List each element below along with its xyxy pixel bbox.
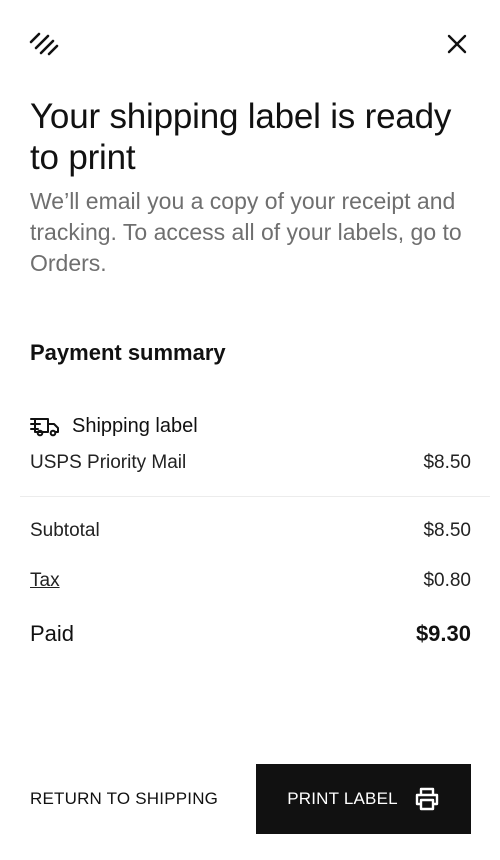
payment-summary-heading: Payment summary: [30, 340, 226, 365]
shipping-label-item-header: Shipping label: [30, 412, 198, 440]
tax-row: Tax $0.80: [30, 568, 471, 594]
service-price: $8.50: [423, 452, 471, 473]
tax-value: $0.80: [423, 570, 471, 591]
paid-value: $9.30: [415, 621, 471, 646]
service-row: USPS Priority Mail $8.50: [30, 450, 471, 476]
shipping-label-title: Shipping label: [72, 414, 198, 437]
close-icon[interactable]: [444, 31, 470, 57]
tax-link[interactable]: Tax: [30, 570, 60, 592]
return-to-shipping-button[interactable]: RETURN TO SHIPPING: [30, 786, 218, 812]
page-title: Your shipping label is ready to print: [30, 97, 452, 177]
paid-row: Paid $9.30: [30, 618, 471, 650]
subtotal-label: Subtotal: [30, 520, 100, 541]
summary-divider: [20, 496, 490, 497]
squarespace-logo-icon: [29, 32, 59, 56]
printer-icon: [415, 787, 438, 811]
shipping-label-ready-page: Your shipping label is ready to print We…: [0, 0, 500, 860]
print-label-text: PRINT LABEL: [287, 789, 398, 808]
subtotal-row: Subtotal $8.50: [30, 518, 471, 544]
paid-label: Paid: [30, 621, 75, 646]
shipping-truck-icon: [30, 418, 59, 437]
subtotal-value: $8.50: [423, 520, 471, 541]
page-subtitle: We’ll email you a copy of your receipt a…: [30, 188, 462, 276]
print-label-button[interactable]: PRINT LABEL: [256, 764, 471, 834]
service-name: USPS Priority Mail: [30, 452, 187, 473]
